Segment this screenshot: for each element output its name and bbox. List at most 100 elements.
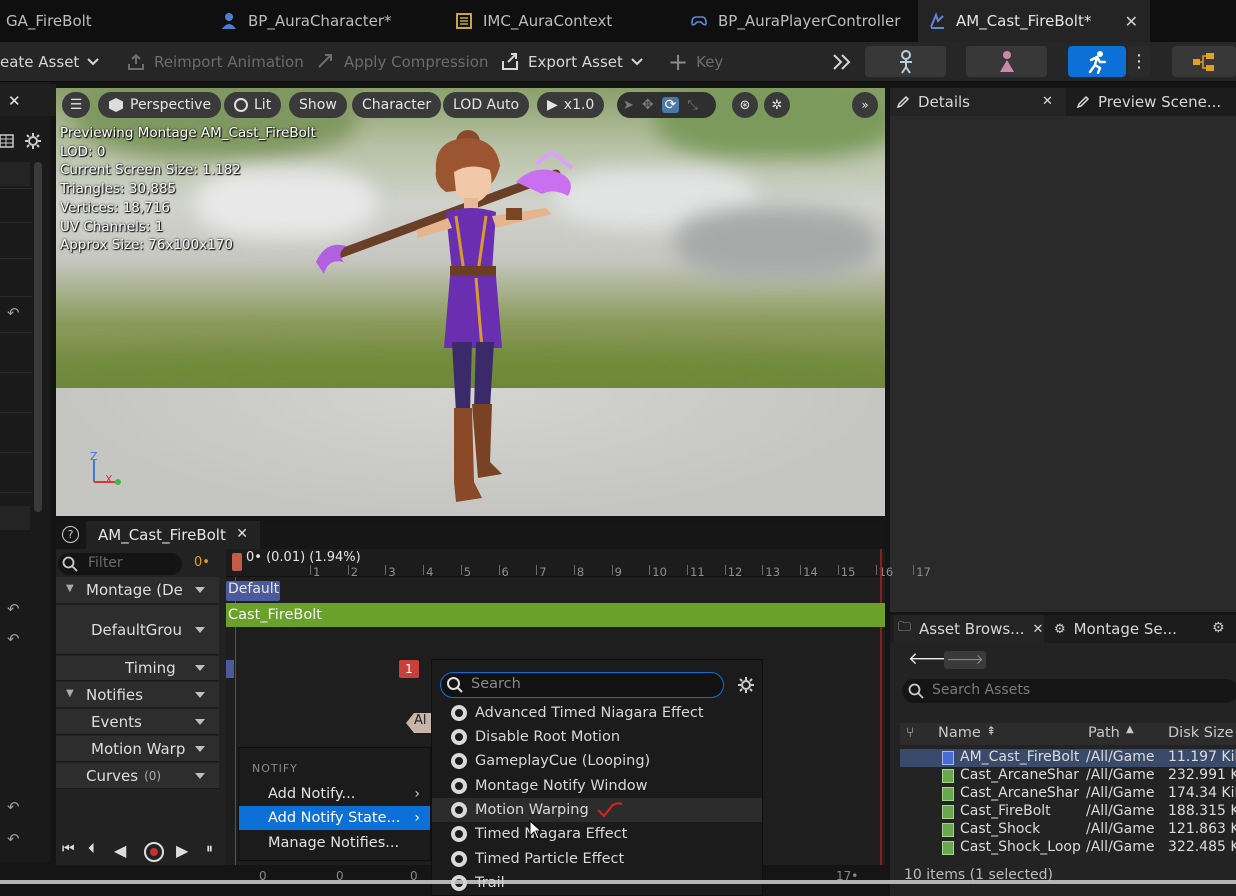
menu-add-notify[interactable]: Add Notify... ›: [239, 782, 430, 806]
collapse-arrow-icon[interactable]: ▼: [66, 583, 74, 594]
column-header-name[interactable]: Name: [938, 725, 981, 741]
settings-icon[interactable]: ⚙: [1212, 620, 1225, 636]
dropdown-icon[interactable]: [195, 718, 205, 725]
video-progress-bar[interactable]: [0, 880, 1236, 884]
track-events[interactable]: Events: [56, 709, 219, 735]
step-back-icon[interactable]: ⏴: [88, 841, 95, 857]
snap-button[interactable]: ✲: [764, 92, 790, 118]
help-icon[interactable]: ?: [62, 526, 79, 543]
table-view-icon[interactable]: [0, 134, 14, 148]
notify-state-option[interactable]: Advanced Timed Niagara Effect: [432, 701, 762, 725]
viewport-menu-button[interactable]: ☰: [62, 92, 90, 118]
play-forward-icon[interactable]: ▶: [176, 841, 188, 860]
tab-preview-scene[interactable]: Preview Scene...: [1076, 88, 1221, 116]
more-toolbar-button[interactable]: [832, 42, 852, 82]
skip-to-start-icon[interactable]: ⏮: [62, 841, 75, 857]
close-tab-icon[interactable]: ✕: [236, 526, 248, 542]
dropdown-icon[interactable]: [195, 745, 205, 752]
asset-row[interactable]: Cast_ArcaneShar /All/Game 174.34 Kil: [900, 785, 1236, 803]
select-arrow-icon[interactable]: ➤: [623, 98, 634, 113]
lit-button[interactable]: Lit: [224, 92, 282, 118]
tab-details[interactable]: Details ✕: [890, 88, 1066, 116]
notify-state-option[interactable]: Montage Notify Window: [432, 774, 762, 798]
track-notifies[interactable]: ▼ Notifies: [56, 682, 219, 708]
asset-row[interactable]: Cast_Shock_Loop /All/Game 322.485 K: [900, 839, 1236, 857]
create-asset-button[interactable]: eate Asset: [0, 42, 100, 82]
blueprint-mode-button[interactable]: [1172, 46, 1236, 77]
dropdown-icon[interactable]: [195, 626, 205, 633]
dropdown-icon[interactable]: [195, 587, 205, 593]
playback-speed-button[interactable]: ▶ x1.0: [537, 92, 605, 118]
tab-bp-auracharacter[interactable]: BP_AuraCharacter*: [220, 0, 430, 42]
track-default-group[interactable]: DefaultGrou: [56, 605, 219, 655]
track-filter-box[interactable]: Filter: [58, 553, 182, 575]
tab-bp-auraplayercontroller[interactable]: BP_AuraPlayerController: [690, 0, 910, 42]
asset-row[interactable]: Cast_Shock /All/Game 121.863 K: [900, 821, 1236, 839]
show-button[interactable]: Show: [289, 92, 347, 118]
reset-arrow-icon[interactable]: ↶: [7, 304, 20, 322]
tab-asset-browser[interactable]: 🗀 Asset Brows... ✕: [894, 615, 1044, 643]
preview-viewport[interactable]: ☰ Perspective Lit Show Character LOD Aut…: [56, 88, 885, 516]
dropdown-icon[interactable]: [195, 691, 205, 698]
track-motion-warp[interactable]: Motion Warp: [56, 736, 219, 762]
reset-arrow-icon[interactable]: ↶: [7, 830, 20, 848]
tab-montage-editor[interactable]: AM_Cast_FireBolt ✕: [86, 521, 260, 549]
reset-arrow-icon[interactable]: ↶: [7, 798, 20, 816]
tab-montage-sections[interactable]: ⚙ Montage Se...: [1054, 615, 1177, 643]
close-tab-icon[interactable]: ✕: [1125, 12, 1138, 31]
notify-state-option[interactable]: Disable Root Motion: [432, 725, 762, 749]
timing-marker[interactable]: 1: [399, 660, 419, 678]
column-header-disk-size[interactable]: Disk Size: [1168, 725, 1234, 741]
play-reverse-icon[interactable]: ◀: [114, 841, 126, 860]
close-panel-icon[interactable]: ✕: [8, 92, 21, 110]
close-tab-icon[interactable]: ✕: [1042, 94, 1053, 109]
move-icon[interactable]: ✥: [642, 97, 654, 113]
notify-state-option[interactable]: Timed Particle Effect: [432, 847, 762, 871]
world-local-button[interactable]: ⊛: [732, 92, 758, 118]
mode-options-button[interactable]: ⋮: [1128, 46, 1150, 77]
add-key-button[interactable]: + Key: [668, 42, 723, 82]
forward-button[interactable]: 🡒: [944, 651, 986, 669]
column-header-path[interactable]: Path: [1088, 725, 1120, 741]
scale-icon[interactable]: ⤡: [687, 98, 697, 113]
collapse-arrow-icon[interactable]: ▼: [66, 688, 74, 699]
rotate-icon[interactable]: ⟳: [661, 97, 680, 113]
tab-am-cast-firebolt[interactable]: AM_Cast_FireBolt* ✕: [918, 0, 1150, 42]
lod-button[interactable]: LOD Auto: [443, 92, 530, 118]
export-asset-button[interactable]: Export Asset: [500, 42, 643, 82]
asset-row[interactable]: AM_Cast_FireBolt /All/Game 11.197 Kil: [900, 749, 1236, 767]
notify-state-search[interactable]: Search: [440, 672, 724, 698]
perspective-button[interactable]: Perspective: [98, 92, 222, 118]
track-montage[interactable]: ▼ Montage (De: [56, 577, 219, 604]
reset-arrow-icon[interactable]: ↶: [7, 630, 20, 648]
tab-ga-firebolt[interactable]: GA_FireBolt: [6, 0, 206, 42]
apply-compression-button[interactable]: Apply Compression: [316, 42, 488, 82]
tab-imc-auracontext[interactable]: IMC_AuraContext: [455, 0, 675, 42]
notify-state-option-hovered[interactable]: Motion Warping: [432, 798, 762, 822]
gear-icon[interactable]: [736, 675, 756, 695]
dropdown-icon[interactable]: [195, 665, 205, 671]
asset-row[interactable]: Cast_FireBolt /All/Game 188.315 K: [900, 803, 1236, 821]
segment-cast-firebolt[interactable]: Cast_FireBolt: [226, 603, 885, 627]
section-default[interactable]: Default: [226, 581, 280, 601]
branch-icon[interactable]: ⑂: [906, 725, 914, 741]
scrollbar[interactable]: [34, 162, 42, 512]
mesh-mode-button[interactable]: [966, 46, 1047, 77]
viewport-expand-button[interactable]: »: [852, 92, 878, 118]
dropdown-icon[interactable]: [195, 772, 205, 779]
animation-mode-button[interactable]: [1068, 46, 1126, 77]
settings-gear-icon[interactable]: [24, 132, 42, 150]
menu-manage-notifies[interactable]: Manage Notifies...: [239, 831, 430, 855]
reset-arrow-icon[interactable]: ↶: [7, 600, 20, 618]
menu-add-notify-state[interactable]: Add Notify State... ›: [239, 806, 430, 830]
close-tab-icon[interactable]: ✕: [1032, 622, 1043, 637]
notify-state-option[interactable]: GameplayCue (Looping): [432, 749, 762, 773]
pause-icon[interactable]: ⏸: [206, 841, 213, 857]
skeleton-mode-button[interactable]: [865, 46, 946, 77]
track-timing[interactable]: Timing: [56, 656, 219, 681]
notify-state-option[interactable]: Timed Niagara Effect: [432, 822, 762, 846]
asset-row[interactable]: Cast_ArcaneShar /All/Game 232.991 K: [900, 767, 1236, 785]
reimport-animation-button[interactable]: Reimport Animation: [126, 42, 304, 82]
track-curves[interactable]: Curves (0): [56, 763, 219, 789]
character-button[interactable]: Character: [352, 92, 442, 118]
